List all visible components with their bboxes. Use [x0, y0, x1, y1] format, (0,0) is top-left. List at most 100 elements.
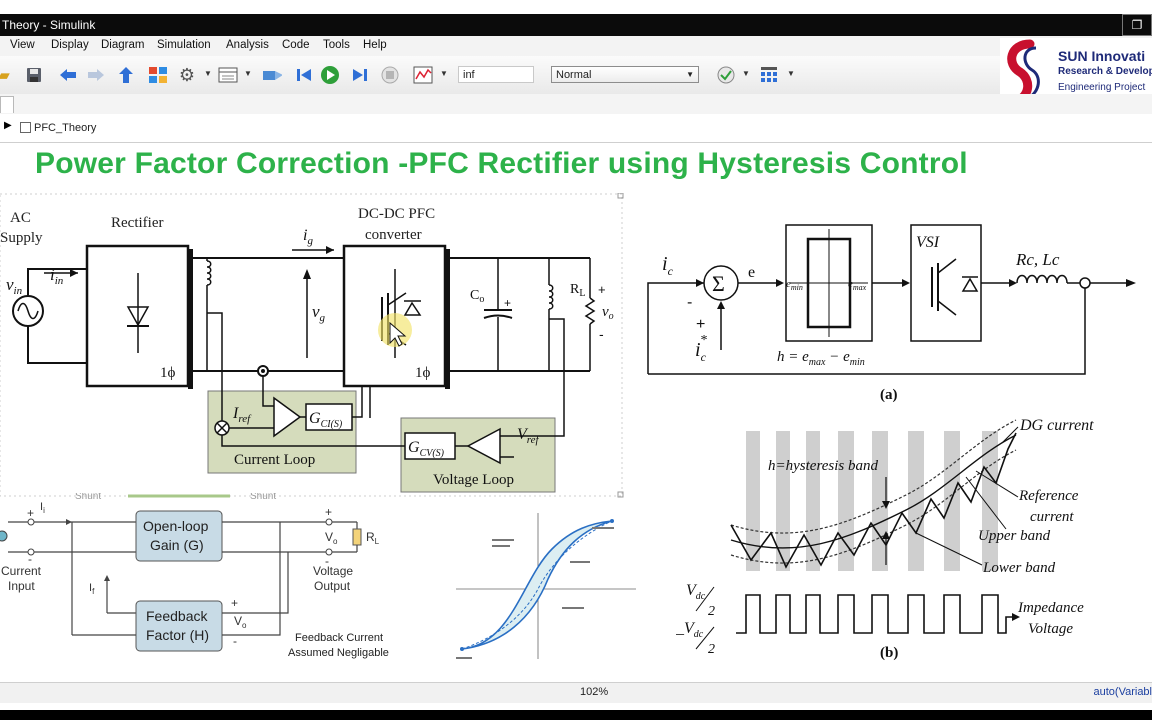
vdc-minus-den: 2 [708, 642, 715, 657]
forward-arrow-icon[interactable] [86, 65, 106, 85]
current-input-label: Current [1, 564, 42, 578]
chevron-down-icon[interactable]: ▼ [440, 69, 448, 78]
menu-tools[interactable]: Tools [323, 39, 350, 51]
simulation-mode-select[interactable]: Normal ▼ [551, 66, 699, 83]
menu-simulation[interactable]: Simulation [157, 39, 211, 51]
voltage-output-label: Voltage [313, 564, 353, 578]
vo-minus-label: - [599, 326, 604, 342]
hysteresis-waveform-diagram: DG current h=hysteresis band Reference c… [676, 417, 1094, 661]
menu-bar: View Display Diagram Simulation Analysis… [0, 36, 1152, 56]
grid-icon[interactable] [760, 65, 780, 85]
fb-minus-label: - [233, 634, 237, 648]
vdc-plus-label: Vdc [686, 582, 706, 602]
if-label: If [89, 582, 95, 596]
fb-plus-label: + [231, 596, 238, 610]
vo-label: vo [602, 304, 614, 322]
feedback-note: Feedback Current [295, 632, 383, 644]
logo-line2: Research & Develop [1058, 66, 1152, 77]
tab-strip [0, 94, 1152, 115]
save-icon[interactable] [24, 65, 44, 85]
rectifier-phase-label: 1ϕ [160, 365, 176, 381]
check-icon[interactable] [716, 65, 736, 85]
error-label: e [748, 264, 755, 281]
rl-label: RL [570, 282, 585, 299]
shunt-label-2: Shunt [250, 493, 276, 502]
model-canvas[interactable]: Power Factor Correction -PFC Rectifier u… [0, 143, 1152, 681]
breadcrumb: ▶ PFC_Theory [0, 114, 1152, 143]
menu-view[interactable]: View [10, 39, 35, 51]
simulink-window: Theory - Simulink ❐ View Display Diagram… [0, 0, 1152, 710]
chevron-down-icon: ▼ [686, 70, 694, 79]
dg-current-label: DG current [1019, 417, 1094, 434]
dcdc-label: DC-DC PFC [358, 206, 435, 222]
stop-time-input[interactable]: inf [458, 66, 534, 83]
ic-label: ic [662, 253, 674, 278]
output-plus-label: + [325, 505, 332, 519]
page-title: Power Factor Correction -PFC Rectifier u… [35, 147, 968, 180]
model-settings-icon[interactable]: ⚙ [177, 65, 197, 85]
model-explorer-icon[interactable] [218, 65, 238, 85]
breadcrumb-model[interactable]: PFC_Theory [34, 122, 96, 134]
feedback-factor-label-2: Factor (H) [146, 627, 209, 643]
sum-plus-label: + [696, 316, 705, 333]
chevron-down-icon[interactable]: ▼ [787, 69, 795, 78]
rl-output-label: RL [366, 530, 380, 546]
chevron-down-icon[interactable]: ▼ [244, 69, 252, 78]
model-icon [20, 122, 31, 133]
menu-display[interactable]: Display [51, 39, 89, 51]
up-arrow-icon[interactable] [116, 65, 136, 85]
cap-plus-label: + [504, 296, 511, 310]
logo-line1: SUN Innovati [1058, 48, 1145, 64]
upper-band-label: Upper band [978, 528, 1051, 544]
ic-star-label: ic* [695, 333, 707, 364]
open-loop-label-2: Gain (G) [150, 537, 204, 553]
shunt-label: Shunt [75, 493, 101, 502]
window-title: Theory - Simulink [2, 18, 96, 32]
library-browser-icon[interactable] [148, 65, 168, 85]
chevron-down-icon[interactable]: ▼ [742, 69, 750, 78]
vdc-plus-den: 2 [708, 604, 715, 619]
title-bar: Theory - Simulink ❐ [0, 14, 1152, 36]
co-label: Co [470, 288, 484, 305]
label-a: (a) [880, 387, 898, 403]
rclc-label: Rc, Lc [1015, 250, 1060, 269]
chevron-down-icon[interactable]: ▼ [204, 69, 212, 78]
voltage-loop-label: Voltage Loop [433, 472, 514, 488]
stop-icon[interactable] [380, 65, 400, 85]
vin-label: vin [6, 275, 23, 297]
zoom-level: 102% [580, 686, 609, 698]
menu-diagram[interactable]: Diagram [101, 39, 144, 51]
build-icon[interactable] [262, 65, 282, 85]
step-back-icon[interactable] [294, 65, 314, 85]
open-folder-icon[interactable]: ▰ [0, 65, 14, 85]
ac-supply-label: AC [10, 210, 31, 226]
collapse-arrow-icon[interactable]: ▶ [4, 120, 12, 131]
open-loop-label: Open-loop [143, 518, 209, 534]
solver-link[interactable]: auto(Variabl [1094, 686, 1152, 698]
vsi-label: VSI [916, 234, 940, 251]
vdc-minus-label: _Vdc [676, 620, 704, 640]
current-input-label-2: Input [8, 579, 35, 593]
run-icon[interactable] [320, 65, 340, 85]
restore-button[interactable]: ❐ [1122, 14, 1152, 36]
step-forward-icon[interactable] [350, 65, 370, 85]
vo2-label: Vo [234, 614, 247, 630]
pfc-circuit-diagram: AC Supply Rectifier DC-DC PFC converter … [0, 193, 624, 498]
ig-label: ig [303, 227, 313, 247]
menu-analysis[interactable]: Analysis [226, 39, 269, 51]
converter-label: converter [365, 227, 422, 243]
voltage-output-label-2: Output [314, 579, 351, 593]
reference-label: Reference [1018, 488, 1079, 504]
rectifier-label: Rectifier [111, 215, 163, 231]
impedance-label-2: Voltage [1028, 621, 1073, 637]
h-equation: h = emax − emin [777, 349, 865, 368]
back-arrow-icon[interactable] [58, 65, 78, 85]
scope-icon[interactable] [413, 65, 433, 85]
input-plus-label: + [27, 506, 34, 520]
vo-plus-label: + [598, 282, 606, 297]
menu-help[interactable]: Help [363, 39, 387, 51]
model-tab[interactable] [0, 96, 14, 113]
sum-minus-label: - [687, 294, 692, 311]
simulation-mode-value: Normal [556, 69, 592, 81]
menu-code[interactable]: Code [282, 39, 310, 51]
